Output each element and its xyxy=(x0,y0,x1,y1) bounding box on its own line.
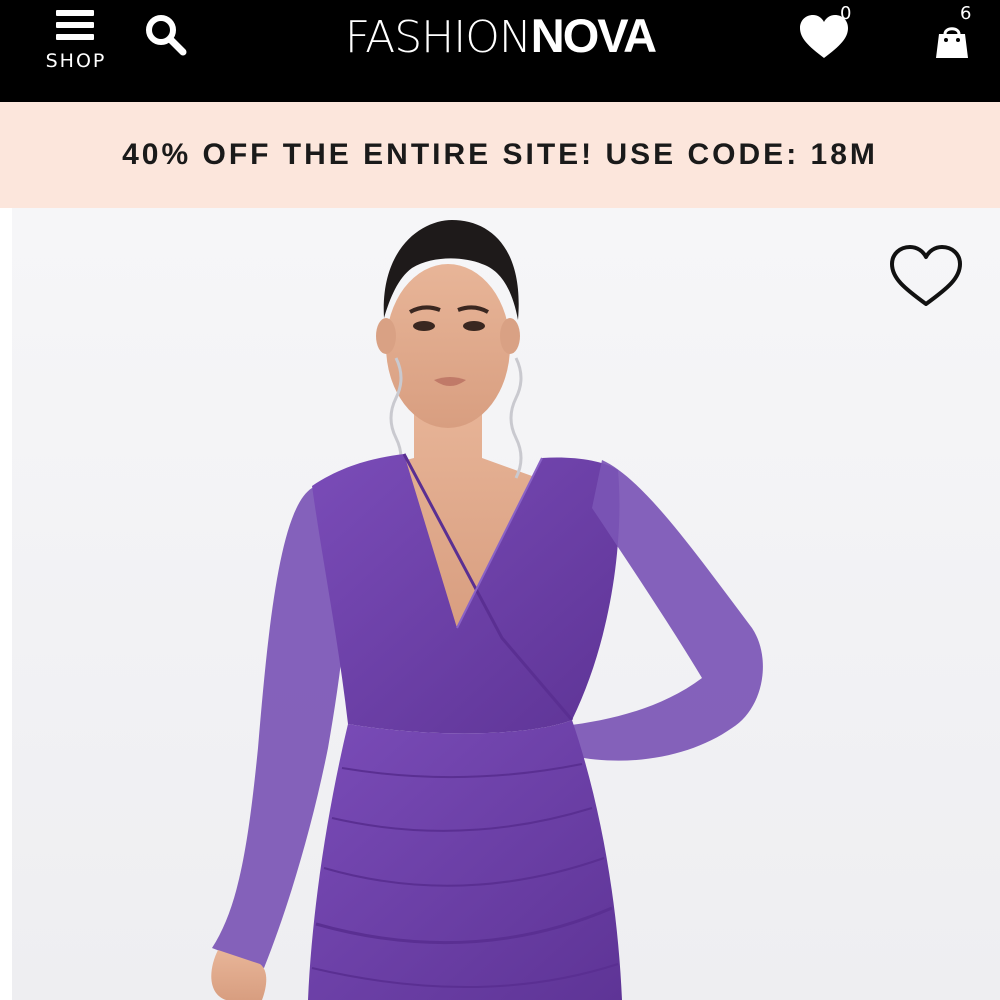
search-icon xyxy=(146,15,187,56)
top-header: SHOP FASHIONNOVA 0 6 xyxy=(0,0,1000,102)
cart-count-badge: 6 xyxy=(960,3,972,24)
product-image[interactable] xyxy=(12,208,1000,1000)
shop-menu-button[interactable]: SHOP xyxy=(38,6,114,72)
fashion-nova-logo[interactable]: FASHIONNOVA xyxy=(280,4,720,68)
promo-text: 40% OFF THE ENTIRE SITE! USE CODE: 18M xyxy=(122,138,878,171)
wishlist-button[interactable]: 0 xyxy=(798,3,864,62)
search-button[interactable] xyxy=(143,12,189,58)
logo-bold-text: NOVA xyxy=(530,9,657,62)
cart-button[interactable]: 6 xyxy=(928,3,980,60)
shopping-bag-icon xyxy=(936,27,968,58)
menu-icon xyxy=(56,10,94,40)
shop-menu-label: SHOP xyxy=(45,50,107,72)
logo-light-text: FASHION xyxy=(344,12,532,63)
wishlist-count-badge: 0 xyxy=(840,3,852,24)
heart-outline-icon xyxy=(890,245,962,306)
product-photo xyxy=(12,208,1000,1000)
add-to-wishlist-button[interactable] xyxy=(888,244,964,310)
promo-banner[interactable]: 40% OFF THE ENTIRE SITE! USE CODE: 18M xyxy=(0,102,1000,208)
